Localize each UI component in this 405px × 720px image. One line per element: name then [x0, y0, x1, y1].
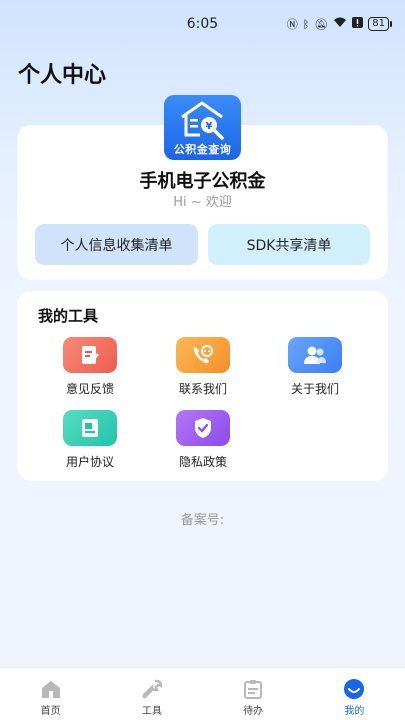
alert-icon [352, 17, 364, 31]
tool-label: 隐私政策 [178, 455, 227, 469]
tool-label: 关于我们 [290, 382, 339, 396]
battery-icon: 81 [368, 17, 392, 31]
nfc-icon: Ⓝ [286, 18, 298, 31]
status-bar: 6:05 Ⓝ ᛒ 🔕︎ 81 [0, 0, 405, 48]
mute-icon: 🔕︎ [314, 17, 329, 31]
status-icons: Ⓝ ᛒ 🔕︎ 81 [286, 16, 392, 32]
tool-about[interactable]: 关于我们 [275, 337, 355, 397]
tool-label: 联系我们 [178, 382, 227, 396]
tab-home[interactable]: 首页 [0, 668, 101, 720]
app-logo: ¥ 公积金查询 [164, 95, 241, 160]
tab-tools[interactable]: 工具 [101, 668, 202, 720]
tool-contact[interactable]: 联系我们 [163, 337, 243, 397]
tools-title: 我的工具 [38, 307, 99, 325]
house-search-icon: ¥ [181, 101, 224, 140]
page-title: 个人中心 [18, 63, 107, 88]
phone-icon [176, 337, 230, 373]
users-icon [288, 337, 342, 373]
tool-user-agreement[interactable]: 用户协议 [50, 410, 130, 470]
greeting: Hi ~ 欢迎 [173, 195, 232, 210]
tool-label: 用户协议 [65, 455, 114, 469]
bluetooth-icon: ᛒ [302, 17, 310, 31]
record-number: 备案号: [180, 513, 225, 528]
svg-text:¥: ¥ [206, 121, 213, 132]
tool-label: 意见反馈 [65, 382, 114, 396]
logo-caption: 公积金查询 [173, 143, 232, 156]
shield-icon [176, 410, 230, 446]
clipboard-icon [240, 678, 266, 700]
wrench-icon [139, 678, 165, 700]
tab-label: 工具 [141, 706, 162, 717]
tool-privacy-policy[interactable]: 隐私政策 [163, 410, 243, 470]
tab-mine[interactable]: 我的 [304, 668, 405, 720]
sdk-share-list-button[interactable]: SDK共享清单 [208, 224, 370, 265]
tab-label: 首页 [40, 706, 61, 717]
tool-feedback[interactable]: 意见反馈 [50, 337, 130, 397]
tab-todo[interactable]: 待办 [203, 668, 304, 720]
feedback-icon [63, 337, 117, 373]
wifi-icon [333, 17, 347, 31]
tab-label: 待办 [243, 706, 264, 717]
document-icon [63, 410, 117, 446]
home-icon [38, 678, 64, 700]
personal-info-list-button[interactable]: 个人信息收集清单 [35, 224, 198, 265]
profile-icon [341, 678, 367, 700]
tab-label: 我的 [344, 706, 365, 717]
bottom-tabbar: 首页 工具 待办 我的 [0, 667, 405, 720]
app-name: 手机电子公积金 [139, 171, 266, 192]
